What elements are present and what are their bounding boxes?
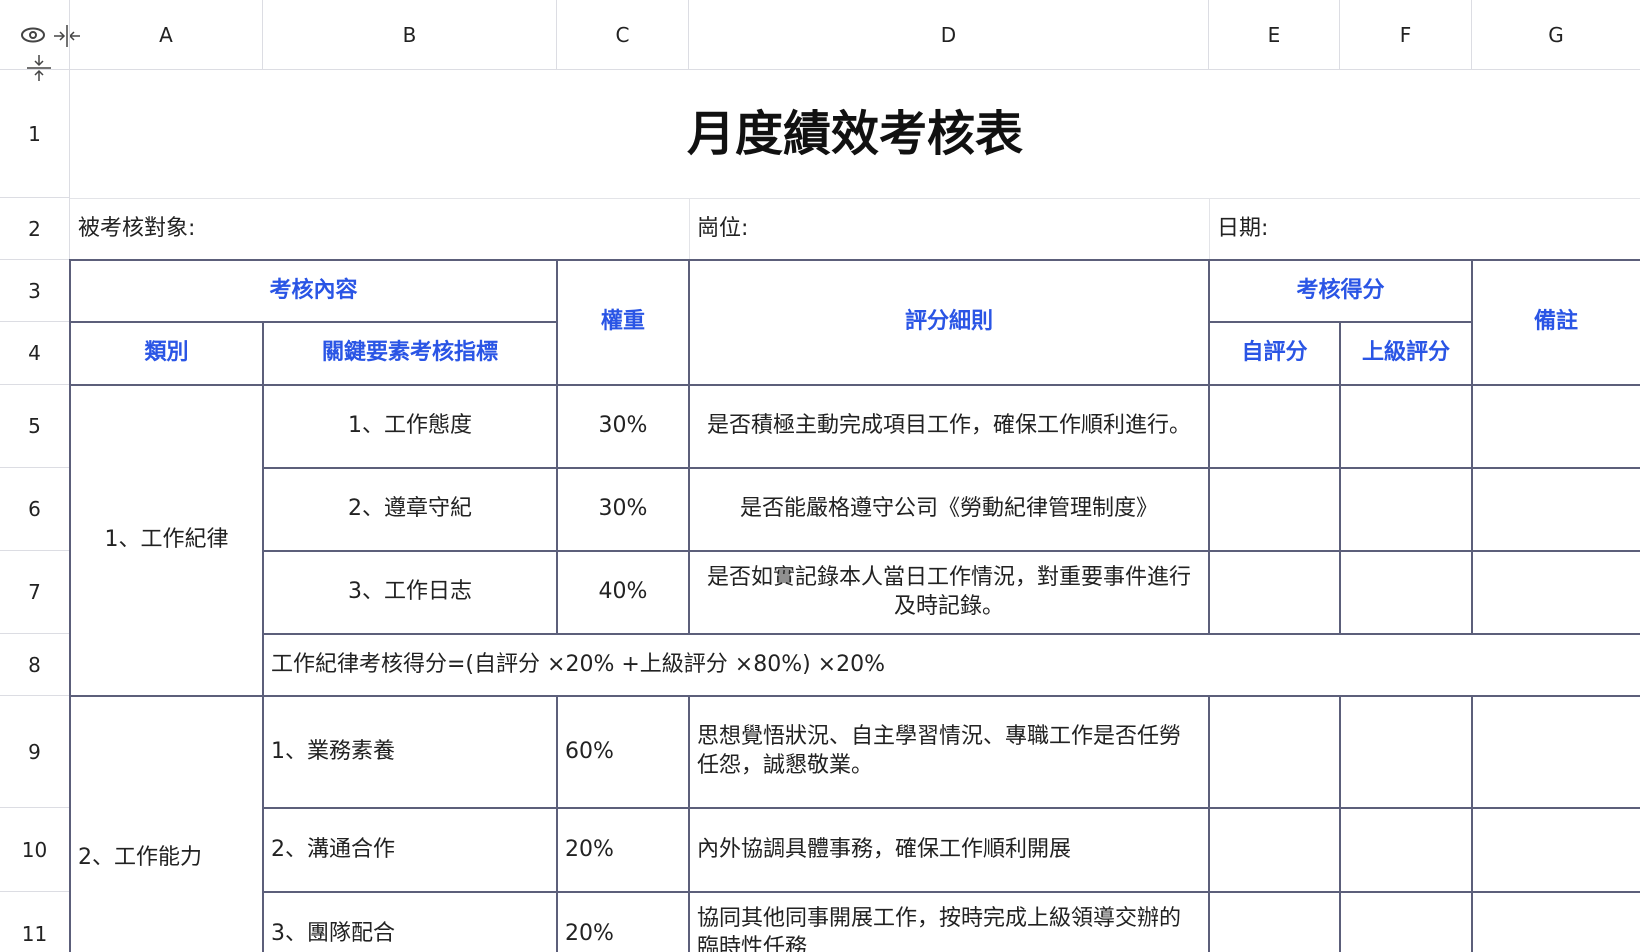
category-cell[interactable]: 1、工作紀律 xyxy=(70,385,263,696)
rule-cell[interactable]: 是否能嚴格遵守公司《勞動紀律管理制度》 xyxy=(689,468,1209,551)
indicator-cell[interactable]: 2、遵章守紀 xyxy=(263,468,557,551)
superior-score-cell[interactable] xyxy=(1340,696,1472,808)
remarks-cell[interactable] xyxy=(1472,892,1640,952)
sheet-title[interactable]: 月度績效考核表 xyxy=(70,70,1640,198)
row-header-6[interactable]: 6 xyxy=(0,468,70,551)
header-weight-cell[interactable]: 權重 xyxy=(557,260,689,385)
weight-cell[interactable]: 60% xyxy=(557,696,689,808)
self-score-cell[interactable] xyxy=(1209,696,1340,808)
weight-cell[interactable]: 30% xyxy=(557,385,689,468)
column-header-g[interactable]: G xyxy=(1472,0,1640,70)
self-score-cell[interactable] xyxy=(1209,892,1340,952)
header-rules-cell[interactable]: 評分細則 xyxy=(689,260,1209,385)
spreadsheet: A B C D E F G 1 2 3 4 5 6 7 8 9 10 11 月度… xyxy=(0,0,1640,952)
column-header-e[interactable]: E xyxy=(1209,0,1340,70)
superior-score-cell[interactable] xyxy=(1340,808,1472,892)
remarks-cell[interactable] xyxy=(1472,468,1640,551)
header-indicator-cell[interactable]: 關鍵要素考核指標 xyxy=(263,322,557,385)
rule-cell[interactable]: 是否如實記錄本人當日工作情況，對重要事件進行及時記錄。 xyxy=(689,551,1209,634)
indicator-cell[interactable]: 3、工作日志 xyxy=(263,551,557,634)
weight-cell[interactable]: 20% xyxy=(557,892,689,952)
row-header-1[interactable]: 1 xyxy=(0,70,70,198)
formula-cell[interactable]: 工作紀律考核得分=(自評分 ×20% +上級評分 ×80%) ×20% xyxy=(263,634,1640,696)
row-header-8[interactable]: 8 xyxy=(0,634,70,696)
subject-label-cell[interactable]: 被考核對象: xyxy=(70,198,689,260)
header-category-cell[interactable]: 類別 xyxy=(70,322,263,385)
header-score-cell[interactable]: 考核得分 xyxy=(1209,260,1472,322)
weight-cell[interactable]: 20% xyxy=(557,808,689,892)
weight-cell[interactable]: 40% xyxy=(557,551,689,634)
remarks-cell[interactable] xyxy=(1472,551,1640,634)
column-header-c[interactable]: C xyxy=(557,0,689,70)
superior-score-cell[interactable] xyxy=(1340,551,1472,634)
date-label-cell[interactable]: 日期: xyxy=(1209,198,1640,260)
superior-score-cell[interactable] xyxy=(1340,385,1472,468)
position-label-cell[interactable]: 崗位: xyxy=(689,198,1209,260)
self-score-cell[interactable] xyxy=(1209,385,1340,468)
weight-cell[interactable]: 30% xyxy=(557,468,689,551)
row-header-4[interactable]: 4 xyxy=(0,322,70,385)
header-remarks-cell[interactable]: 備註 xyxy=(1472,260,1640,385)
self-score-cell[interactable] xyxy=(1209,808,1340,892)
remarks-cell[interactable] xyxy=(1472,385,1640,468)
header-content-cell[interactable]: 考核內容 xyxy=(70,260,557,322)
remarks-cell[interactable] xyxy=(1472,696,1640,808)
row-header-7[interactable]: 7 xyxy=(0,551,70,634)
column-header-f[interactable]: F xyxy=(1340,0,1472,70)
rule-cell[interactable]: 協同其他同事開展工作，按時完成上級領導交辦的臨時性任務 xyxy=(689,892,1209,952)
rule-cell[interactable]: 內外協調具體事務，確保工作順利開展 xyxy=(689,808,1209,892)
indicator-cell[interactable]: 2、溝通合作 xyxy=(263,808,557,892)
row-header-11[interactable]: 11 xyxy=(0,892,70,952)
header-superior-score-cell[interactable]: 上級評分 xyxy=(1340,322,1472,385)
superior-score-cell[interactable] xyxy=(1340,892,1472,952)
row-header-9[interactable]: 9 xyxy=(0,696,70,808)
row-header-5[interactable]: 5 xyxy=(0,385,70,468)
rule-cell[interactable]: 是否積極主動完成項目工作，確保工作順利進行。 xyxy=(689,385,1209,468)
remarks-cell[interactable] xyxy=(1472,808,1640,892)
column-header-d[interactable]: D xyxy=(689,0,1209,70)
self-score-cell[interactable] xyxy=(1209,468,1340,551)
rule-cell[interactable]: 思想覺悟狀況、自主學習情況、專職工作是否任勞任怨，誠懇敬業。 xyxy=(689,696,1209,808)
column-header-a[interactable]: A xyxy=(70,0,263,70)
row-header-2[interactable]: 2 xyxy=(0,198,70,260)
indicator-cell[interactable]: 1、工作態度 xyxy=(263,385,557,468)
column-header-b[interactable]: B xyxy=(263,0,557,70)
row-header-10[interactable]: 10 xyxy=(0,808,70,892)
superior-score-cell[interactable] xyxy=(1340,468,1472,551)
row-header-3[interactable]: 3 xyxy=(0,260,70,322)
header-self-score-cell[interactable]: 自評分 xyxy=(1209,322,1340,385)
self-score-cell[interactable] xyxy=(1209,551,1340,634)
indicator-cell[interactable]: 1、業務素養 xyxy=(263,696,557,808)
indicator-cell[interactable]: 3、團隊配合 xyxy=(263,892,557,952)
category-cell[interactable]: 2、工作能力 xyxy=(70,696,263,952)
select-all-corner[interactable] xyxy=(0,0,70,70)
